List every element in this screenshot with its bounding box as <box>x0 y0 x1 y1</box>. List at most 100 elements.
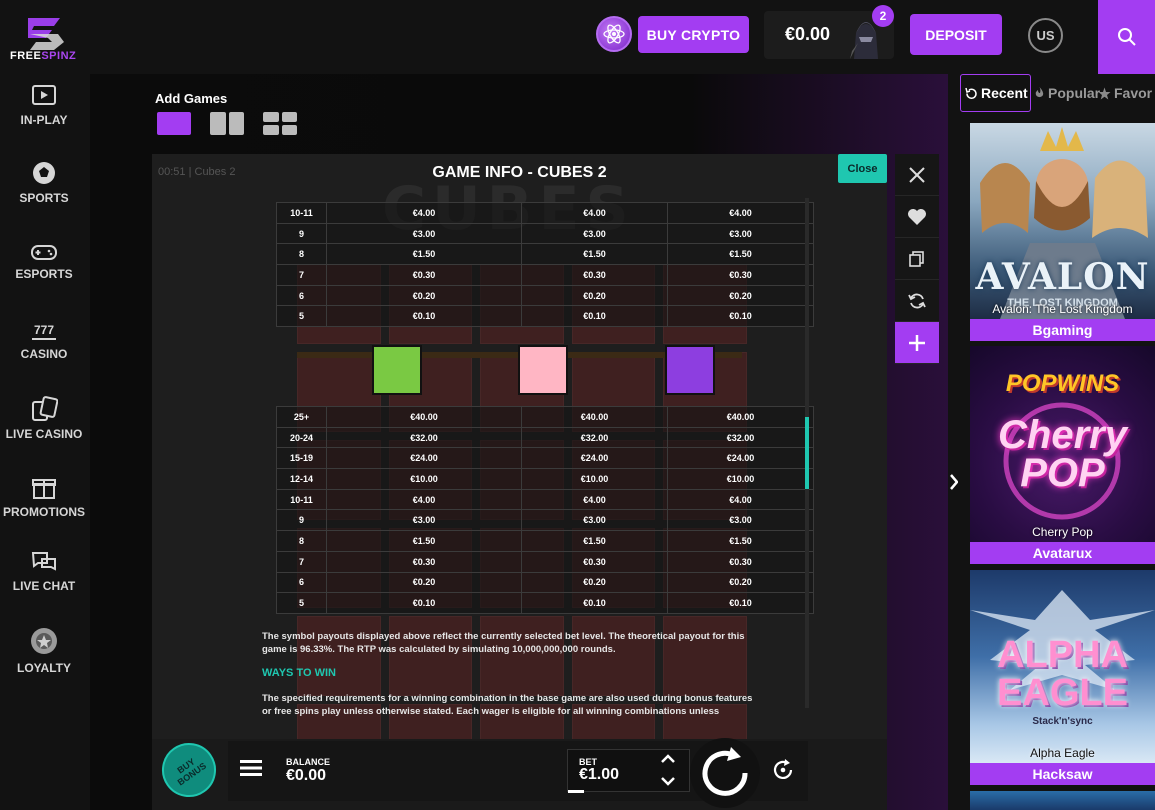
game-provider: Hacksaw <box>970 763 1155 785</box>
paytable-payout: €32.00 <box>326 426 522 449</box>
paytable-row: 20-24 €32.00 €32.00 €32.00 <box>276 426 814 449</box>
paytable-payout: €3.00 <box>667 222 814 245</box>
spin-button[interactable] <box>690 738 760 808</box>
game-card-avalon[interactable]: AVALON THE LOST KINGDOM Avalon: The Lost… <box>970 123 1155 341</box>
paytable-bottom: 25+ €40.00 €40.00 €40.00 20-24 €32.00 €32.00 €3… <box>276 406 814 614</box>
game-title-overlay: Cherry Pop <box>1032 525 1093 539</box>
paytable-payout: €0.30 <box>521 264 668 286</box>
balance-label: BALANCE <box>286 757 330 767</box>
paytable-row: 5 €0.10 €0.10 €0.10 <box>276 592 814 614</box>
paytable-row: 6 €0.20 €0.20 €0.20 <box>276 571 814 594</box>
info-scrollbar-thumb[interactable] <box>805 417 809 489</box>
notification-badge[interactable]: 2 <box>872 5 894 27</box>
paytable-payout: €0.30 <box>326 550 522 573</box>
fire-icon <box>1035 87 1044 98</box>
search-button[interactable] <box>1098 0 1155 74</box>
gift-icon <box>32 479 56 499</box>
game-tabs: Recent Popular Favor <box>960 74 1155 114</box>
sidebar-item-esports[interactable]: ESPORTS <box>0 240 88 281</box>
paytable-payout: €0.10 <box>521 305 668 328</box>
layout-single-button[interactable] <box>157 112 191 135</box>
paytable-count: 12-14 <box>276 468 327 490</box>
paytable-payout: €1.50 <box>521 243 668 266</box>
paytable-payout: €24.00 <box>326 447 522 470</box>
paytable-row: 10-11 €4.00 €4.00 €4.00 <box>276 202 814 224</box>
autoplay-button[interactable] <box>770 757 796 788</box>
autoplay-icon <box>773 759 793 779</box>
game-provider: Bgaming <box>970 319 1155 341</box>
balance-value: €0.00 <box>286 767 327 784</box>
spin-arrow-icon <box>702 747 748 796</box>
crypto-atom-icon[interactable] <box>596 16 632 52</box>
close-info-button[interactable]: Close <box>838 154 887 183</box>
paytable-payout: €3.00 <box>326 509 522 532</box>
game-card-partial[interactable] <box>970 791 1155 810</box>
game-frame[interactable]: CUBES 00:51 | Cubes 2 GAME INFO - CUBES … <box>152 154 887 810</box>
game-logo-subtitle: Stack'n'sync <box>1032 716 1093 727</box>
wallet-amount: €0.00 <box>785 24 831 44</box>
paytable-payout: €10.00 <box>667 468 814 490</box>
paytable-count: 15-19 <box>276 447 327 470</box>
paytable-count: 7 <box>276 264 327 286</box>
deposit-button[interactable]: DEPOSIT <box>910 14 1002 55</box>
close-game-button[interactable] <box>895 154 939 196</box>
symbol-pink-cube <box>518 345 568 395</box>
loyalty-icon <box>31 628 57 654</box>
sidebar-item-live-chat[interactable]: LIVE CHAT <box>0 550 88 593</box>
paytable-payout: €3.00 <box>521 222 668 245</box>
paytable-payout: €0.10 <box>326 592 522 614</box>
layout-double-button[interactable] <box>210 112 244 135</box>
chat-icon <box>31 552 56 571</box>
rtp-description: The symbol payouts displayed above refle… <box>262 631 745 655</box>
bet-stepper[interactable] <box>658 751 678 794</box>
paytable-payout: €1.50 <box>326 243 522 266</box>
bet-level-indicator <box>568 790 584 793</box>
paytable-payout: €0.10 <box>521 592 668 614</box>
game-card-cherry-pop[interactable]: POPWINS Cherry POP Cherry Pop Avatarux <box>970 346 1155 564</box>
paytable-payout: €0.20 <box>326 571 522 594</box>
paytable-row: 15-19 €24.00 €24.00 €24.00 <box>276 447 814 470</box>
add-game-button[interactable] <box>895 322 939 364</box>
tab-recent[interactable]: Recent <box>960 74 1031 112</box>
sidebar-item-promotions[interactable]: PROMOTIONS <box>0 474 88 519</box>
paytable-payout: €0.20 <box>521 284 668 307</box>
paytable-row: 25+ €40.00 €40.00 €40.00 <box>276 406 814 428</box>
play-icon <box>32 85 56 105</box>
copy-icon <box>909 250 924 267</box>
menu-icon[interactable] <box>240 759 262 782</box>
paytable-payout: €24.00 <box>521 447 668 470</box>
symbol-purple-cube <box>665 345 715 395</box>
paytable-payout: €3.00 <box>667 509 814 532</box>
brand-name: FREESPINZ <box>10 50 77 62</box>
paytable-count: 20-24 <box>276 426 327 449</box>
paytable-count: 10-11 <box>276 202 327 224</box>
sidebar-item-live-casino[interactable]: LIVE CASINO <box>0 396 88 441</box>
game-thumbnail: POPWINS Cherry POP Cherry Pop <box>970 346 1155 542</box>
reload-button[interactable] <box>895 280 939 322</box>
paytable-top: 10-11 €4.00 €4.00 €4.00 9 €3.00 €3.00 €3.00 8 €1.… <box>276 202 814 328</box>
copy-button[interactable] <box>895 238 939 280</box>
frame-actions <box>895 154 939 364</box>
paytable-row: 8 €1.50 €1.50 €1.50 <box>276 530 814 552</box>
game-provider: Avatarux <box>970 542 1155 564</box>
sidebar-item-casino[interactable]: 777 CASINO <box>0 320 88 361</box>
refresh-icon <box>908 293 926 308</box>
favorite-button[interactable] <box>895 196 939 238</box>
paytable-row: 7 €0.30 €0.30 €0.30 <box>276 550 814 573</box>
sidebar-item-loyalty[interactable]: LOYALTY <box>0 626 88 675</box>
paytable-payout: €0.10 <box>326 305 522 328</box>
tab-favorites[interactable]: Favor <box>1098 74 1152 112</box>
svg-text:777: 777 <box>34 323 54 337</box>
paytable-payout: €1.50 <box>667 243 814 266</box>
sidebar-item-sports[interactable]: SPORTS <box>0 160 88 205</box>
tab-popular[interactable]: Popular <box>1034 74 1100 112</box>
language-selector[interactable]: US <box>1028 18 1063 53</box>
sidebar-item-in-play[interactable]: IN-PLAY <box>0 84 88 127</box>
layout-quad-button[interactable] <box>263 112 297 135</box>
paytable-payout: €3.00 <box>521 509 668 532</box>
paytable-payout: €32.00 <box>521 426 668 449</box>
paytable-payout: €0.20 <box>667 571 814 594</box>
buy-crypto-button[interactable]: BUY CRYPTO <box>638 16 749 53</box>
game-card-alpha-eagle[interactable]: ALPHA EAGLE Stack'n'sync Alpha Eagle Hac… <box>970 570 1155 785</box>
sidebar: IN-PLAY SPORTS ESPORTS 777 CASINO LIVE C… <box>0 74 88 810</box>
